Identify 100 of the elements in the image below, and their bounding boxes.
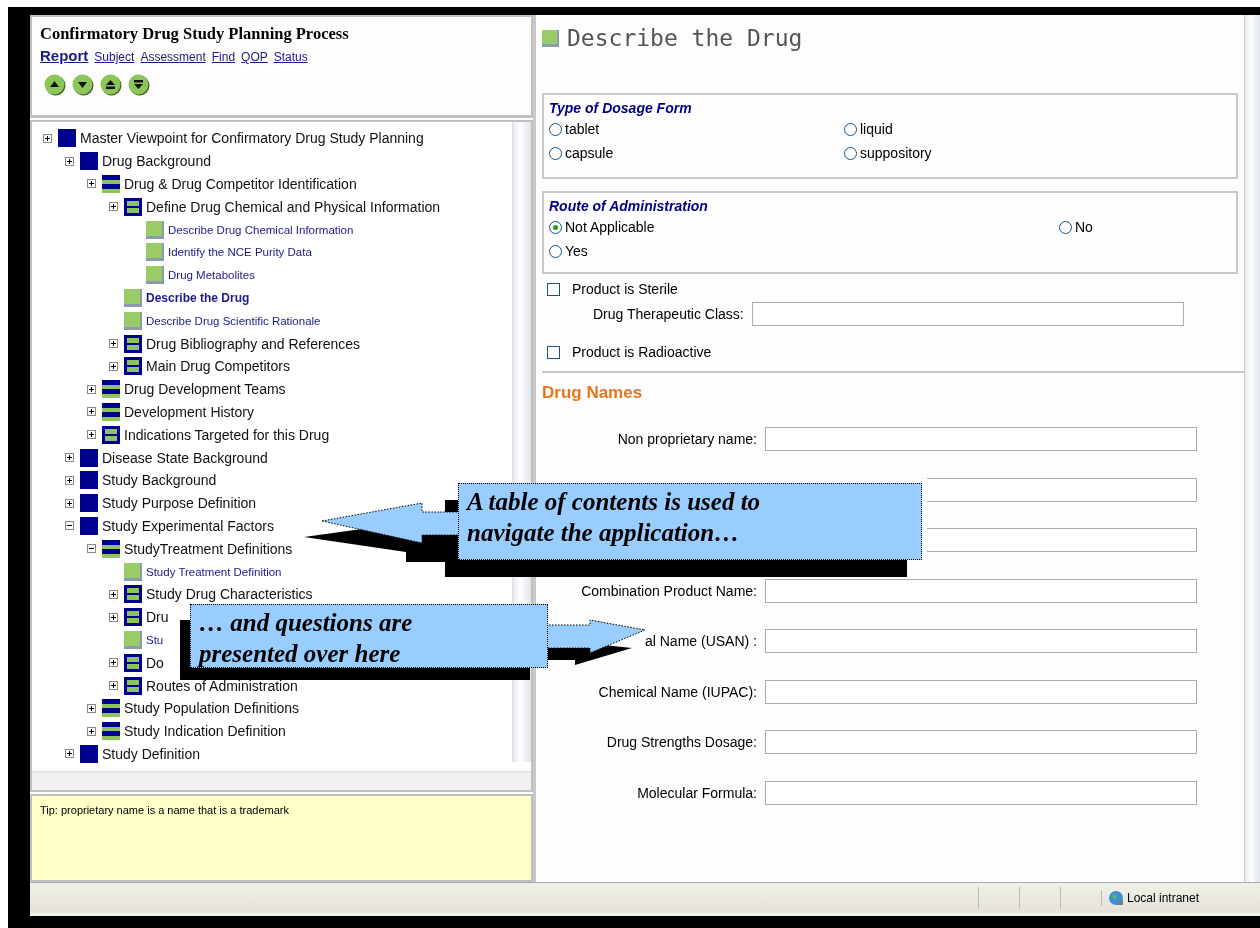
expand-icon[interactable] bbox=[108, 589, 118, 599]
folder-icon bbox=[102, 699, 120, 718]
tree-item[interactable]: Master Viewpoint for Confirmatory Drug Study Planning bbox=[80, 130, 424, 147]
radio-button[interactable] bbox=[549, 146, 562, 160]
folder-icon bbox=[124, 357, 142, 376]
move-up-icon[interactable] bbox=[44, 74, 66, 96]
expand-icon[interactable] bbox=[64, 156, 74, 166]
tree-item[interactable]: Drug Background bbox=[102, 153, 211, 170]
radio-button[interactable] bbox=[1059, 220, 1072, 234]
option-label: No bbox=[1075, 219, 1093, 235]
radio-button[interactable] bbox=[549, 122, 562, 136]
expand-icon[interactable] bbox=[86, 407, 96, 417]
expand-icon[interactable] bbox=[86, 703, 96, 713]
tree-link[interactable]: Study Treatment Definition bbox=[146, 565, 282, 578]
nav-link[interactable]: Report bbox=[40, 47, 89, 64]
tree-link[interactable]: Identify the NCE Purity Data bbox=[168, 246, 312, 259]
folder-icon bbox=[80, 516, 98, 535]
expand-icon[interactable] bbox=[42, 133, 52, 143]
nav-link[interactable]: Assessment bbox=[140, 50, 206, 64]
expand-icon[interactable] bbox=[108, 202, 118, 212]
expand-icon[interactable] bbox=[108, 612, 118, 622]
nav-link[interactable]: Subject bbox=[94, 50, 135, 64]
input-field[interactable] bbox=[765, 629, 1197, 653]
move-bottom-icon[interactable] bbox=[128, 74, 150, 96]
tree-link[interactable]: Describe Drug Scientific Rationale bbox=[146, 314, 321, 327]
expand-icon[interactable] bbox=[64, 475, 74, 485]
expand-icon[interactable] bbox=[86, 726, 96, 736]
field-label: Chemical Name (IUPAC): bbox=[598, 683, 757, 700]
expand-icon[interactable] bbox=[108, 658, 118, 668]
expand-icon[interactable] bbox=[86, 430, 96, 440]
expand-icon[interactable] bbox=[64, 498, 74, 508]
expand-icon[interactable] bbox=[64, 749, 74, 759]
field-label: al Name (USAN) : bbox=[644, 633, 757, 649]
tree-item[interactable]: Indications Targeted for this Drug bbox=[124, 426, 330, 443]
option-label: capsule bbox=[565, 145, 614, 161]
tree-item[interactable]: Dru bbox=[146, 609, 169, 626]
page-icon bbox=[124, 288, 142, 307]
radio-button[interactable] bbox=[844, 146, 857, 160]
callout: … and questions are presented over here bbox=[190, 604, 548, 668]
radio-button[interactable] bbox=[549, 220, 562, 234]
tree-item[interactable]: Study Background bbox=[102, 472, 217, 489]
expand-icon[interactable] bbox=[64, 453, 74, 463]
tree-item[interactable]: StudyTreatment Definitions bbox=[124, 540, 293, 557]
expand-icon[interactable] bbox=[108, 681, 118, 690]
tree-item[interactable]: Development History bbox=[124, 403, 254, 420]
folder-icon bbox=[124, 676, 142, 695]
page-icon bbox=[124, 311, 142, 330]
folder-icon bbox=[80, 744, 98, 763]
expand-icon[interactable] bbox=[86, 384, 96, 394]
input-field[interactable] bbox=[765, 578, 1197, 603]
nav-link[interactable]: Find bbox=[211, 50, 236, 64]
nav-link[interactable]: QOP bbox=[241, 50, 268, 64]
page-icon bbox=[542, 29, 559, 47]
collapse-icon[interactable] bbox=[64, 521, 74, 531]
folder-icon bbox=[124, 585, 142, 604]
folder-icon bbox=[102, 380, 120, 399]
tree-item[interactable]: Study Drug Characteristics bbox=[146, 586, 313, 603]
scrollbar[interactable] bbox=[32, 771, 531, 790]
tree-item[interactable]: Disease State Background bbox=[102, 449, 268, 466]
tree-item[interactable]: Routes of Administration bbox=[146, 677, 298, 694]
input-field[interactable] bbox=[751, 302, 1184, 326]
tree-item[interactable]: Drug Bibliography and References bbox=[146, 335, 360, 352]
tree-item[interactable]: Study Experimental Factors bbox=[102, 517, 274, 534]
radio-button[interactable] bbox=[549, 244, 562, 258]
tree-item[interactable]: Main Drug Competitors bbox=[146, 358, 290, 375]
tree-item[interactable]: Do bbox=[146, 654, 164, 671]
page-title: Describe the Drug bbox=[567, 25, 803, 51]
checkbox[interactable] bbox=[547, 345, 560, 359]
input-field[interactable] bbox=[765, 730, 1197, 754]
tree-link[interactable]: Drug Metabolites bbox=[168, 269, 255, 282]
input-field[interactable] bbox=[927, 477, 1197, 502]
tree-item[interactable]: Study Population Definitions bbox=[124, 700, 300, 717]
folder-icon bbox=[80, 494, 98, 513]
collapse-icon[interactable] bbox=[86, 544, 96, 554]
move-top-icon[interactable] bbox=[100, 74, 122, 96]
scrollbar[interactable] bbox=[1244, 15, 1260, 882]
radio-button[interactable] bbox=[844, 122, 857, 136]
input-field[interactable] bbox=[765, 679, 1197, 704]
page-icon bbox=[124, 630, 142, 649]
tree-item[interactable]: Define Drug Chemical and Physical Information bbox=[146, 198, 441, 215]
nav-link[interactable]: Status bbox=[273, 50, 308, 64]
tree-item[interactable]: Drug Development Teams bbox=[124, 381, 286, 398]
tree-item[interactable]: Study Definition bbox=[102, 745, 201, 762]
tree-link[interactable]: Describe Drug Chemical Information bbox=[168, 223, 354, 236]
checkbox[interactable] bbox=[547, 282, 560, 296]
input-field[interactable] bbox=[927, 528, 1197, 552]
move-down-icon[interactable] bbox=[72, 74, 94, 96]
input-field[interactable] bbox=[765, 427, 1197, 451]
input-field[interactable] bbox=[765, 780, 1197, 805]
tree-item[interactable]: Drug & Drug Competitor Identification bbox=[124, 176, 357, 192]
tree-item[interactable]: Study Purpose Definition bbox=[102, 495, 257, 512]
tree-link[interactable]: Stu bbox=[146, 633, 164, 646]
expand-icon[interactable] bbox=[108, 339, 118, 349]
folder-icon bbox=[80, 448, 98, 467]
folder-icon bbox=[124, 608, 142, 627]
tip-text: Tip: proprietary name is a name that is a trademark bbox=[30, 794, 533, 882]
expand-icon[interactable] bbox=[86, 179, 96, 189]
expand-icon[interactable] bbox=[108, 361, 118, 371]
tree-link[interactable]: Describe the Drug bbox=[146, 290, 250, 305]
tree-item[interactable]: Study Indication Definition bbox=[124, 723, 286, 740]
